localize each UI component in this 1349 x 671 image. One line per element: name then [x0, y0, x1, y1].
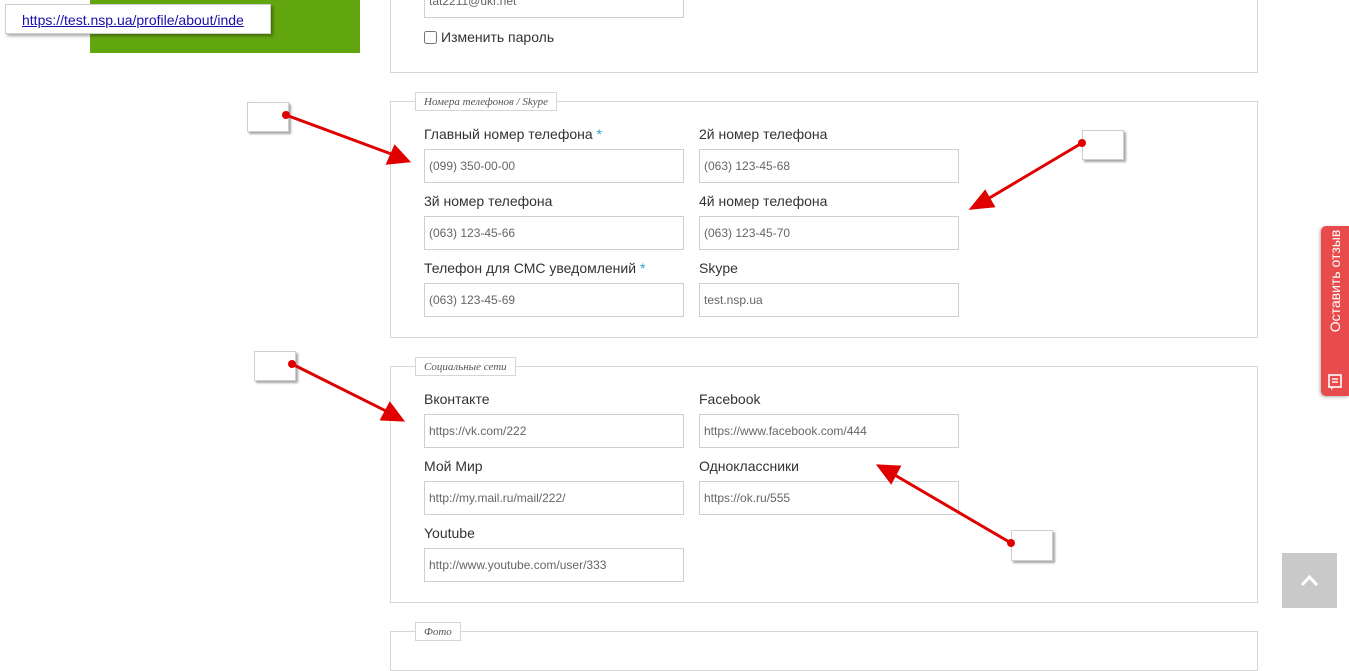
- required-marker: *: [596, 126, 602, 142]
- third-phone-label: 3й номер телефона: [424, 193, 553, 209]
- annotation-arrow: [285, 113, 395, 157]
- vk-label: Вконтакте: [424, 391, 490, 407]
- email-field[interactable]: [424, 0, 684, 18]
- vk-field[interactable]: [424, 414, 684, 448]
- facebook-field[interactable]: [699, 414, 959, 448]
- photo-legend: Фото: [415, 622, 461, 641]
- scroll-top-button[interactable]: [1282, 553, 1337, 608]
- chevron-up-icon: [1300, 574, 1319, 587]
- second-phone-label: 2й номер телефона: [699, 126, 828, 142]
- feedback-label: Оставить отзыв: [1327, 229, 1343, 333]
- youtube-label: Youtube: [424, 525, 475, 541]
- third-phone-field[interactable]: [424, 216, 684, 250]
- annotation-note: [1011, 530, 1053, 561]
- social-legend: Социальные сети: [415, 357, 516, 376]
- fourth-phone-label: 4й номер телефона: [699, 193, 828, 209]
- annotation-note: [254, 351, 296, 381]
- change-password-checkbox[interactable]: [424, 31, 437, 44]
- second-phone-field[interactable]: [699, 149, 959, 183]
- mymir-field[interactable]: [424, 481, 684, 515]
- url-tooltip-link[interactable]: https://test.nsp.ua/profile/about/inde: [22, 12, 244, 28]
- annotation-note: [1082, 130, 1124, 160]
- feedback-tab[interactable]: Оставить отзыв: [1321, 226, 1349, 396]
- sms-phone-label: Телефон для СМС уведомлений *: [424, 260, 646, 276]
- required-marker: *: [639, 260, 646, 276]
- facebook-label: Facebook: [699, 391, 761, 407]
- annotation-arrow: [291, 362, 389, 414]
- sms-phone-field[interactable]: [424, 283, 684, 317]
- phones-legend: Номера телефонов / Skype: [415, 92, 558, 111]
- youtube-field[interactable]: [424, 548, 684, 582]
- main-phone-field[interactable]: [424, 149, 684, 183]
- annotation-note: [247, 102, 289, 132]
- odnoklassniki-field[interactable]: [699, 481, 959, 515]
- skype-field[interactable]: [699, 283, 959, 317]
- fourth-phone-field[interactable]: [699, 216, 959, 250]
- change-password-label: Изменить пароль: [441, 29, 555, 45]
- odnoklassniki-label: Одноклассники: [699, 458, 800, 474]
- main-phone-label: Главный номер телефона *: [424, 126, 602, 142]
- mymir-label: Мой Мир: [424, 458, 483, 474]
- photo-fieldset: Фото: [390, 622, 1258, 671]
- comment-icon: [1328, 374, 1342, 390]
- url-tooltip[interactable]: https://test.nsp.ua/profile/about/inde: [5, 4, 271, 34]
- change-password-checkbox-row[interactable]: Изменить пароль: [424, 29, 554, 45]
- skype-label: Skype: [699, 260, 738, 276]
